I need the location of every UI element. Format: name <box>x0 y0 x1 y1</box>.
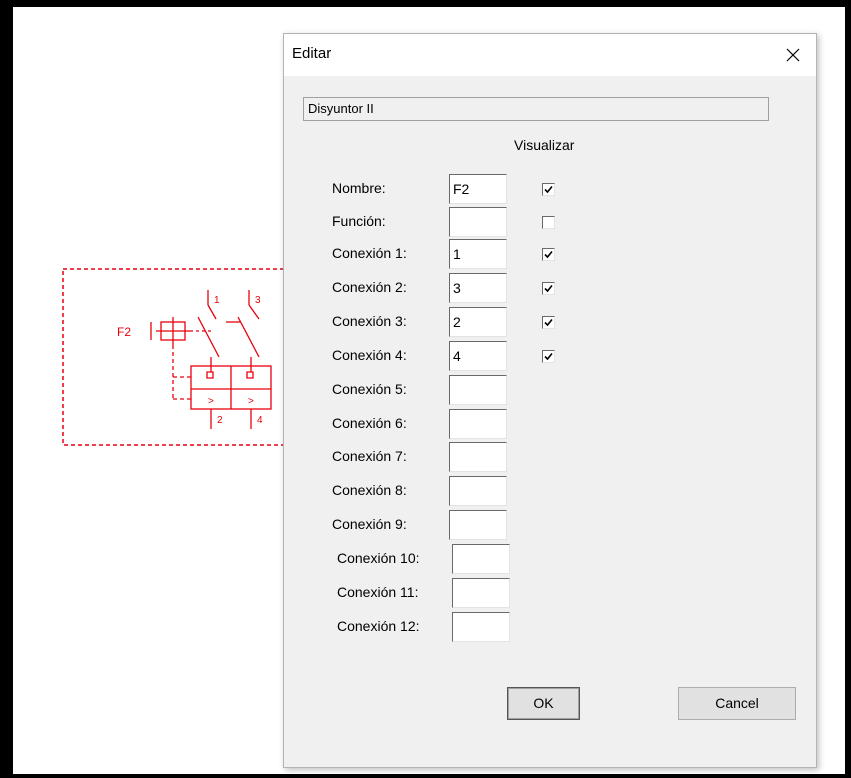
dialog-title: Editar <box>292 45 332 62</box>
dialog-titlebar[interactable]: Editar <box>284 34 816 76</box>
field-label: Conexión 7: <box>332 448 407 464</box>
connection-field[interactable] <box>449 409 507 439</box>
field-label: Nombre: <box>332 180 386 196</box>
visualize-header: Visualizar <box>514 137 575 153</box>
visualize-checkbox[interactable] <box>542 316 555 329</box>
connection-field[interactable] <box>449 273 507 303</box>
connection-field[interactable] <box>449 239 507 269</box>
connection-field[interactable] <box>449 375 507 405</box>
terminal-label: 4 <box>257 415 263 426</box>
connection-field[interactable] <box>449 442 507 472</box>
field-label: Conexión 3: <box>332 313 407 329</box>
component-name-field: Disyuntor II <box>303 97 769 121</box>
field-label: Conexión 2: <box>332 279 407 295</box>
field-label: Conexión 1: <box>332 245 407 261</box>
connection-field[interactable] <box>449 476 507 506</box>
terminal-label: 1 <box>214 295 220 306</box>
visualize-checkbox[interactable] <box>542 282 555 295</box>
thermal-symbol: > <box>248 396 254 407</box>
cancel-button[interactable]: Cancel <box>678 687 796 720</box>
close-button[interactable] <box>770 34 816 76</box>
field-label: Conexión 10: <box>337 550 420 566</box>
field-label: Conexión 4: <box>332 347 407 363</box>
checkmark-icon <box>544 185 553 194</box>
checkmark-icon <box>544 318 553 327</box>
thermal-symbol: > <box>208 396 214 407</box>
circuit-breaker-symbol[interactable]: F2 1 3 2 4 > > <box>61 267 291 457</box>
field-label: Conexión 8: <box>332 482 407 498</box>
visualize-checkbox[interactable] <box>542 216 555 229</box>
field-label: Conexión 12: <box>337 618 420 634</box>
edit-dialog: Editar Disyuntor II Visualizar Nombre: Fu… <box>283 33 817 768</box>
field-label: Conexión 11: <box>337 584 419 600</box>
visualize-checkbox[interactable] <box>542 248 555 261</box>
ok-button[interactable]: OK <box>507 687 580 720</box>
connection-field[interactable] <box>452 612 510 642</box>
function-field[interactable] <box>449 207 507 237</box>
field-label: Función: <box>332 213 386 229</box>
terminal-label: 2 <box>217 415 223 426</box>
visualize-checkbox[interactable] <box>542 183 555 196</box>
connection-field[interactable] <box>449 341 507 371</box>
close-icon <box>786 48 800 62</box>
connection-field[interactable] <box>452 578 510 608</box>
checkmark-icon <box>544 284 553 293</box>
schematic-tag: F2 <box>117 325 131 339</box>
visualize-checkbox[interactable] <box>542 350 555 363</box>
field-label: Conexión 6: <box>332 415 407 431</box>
connection-field[interactable] <box>452 544 510 574</box>
terminal-label: 3 <box>255 295 261 306</box>
checkmark-icon <box>544 352 553 361</box>
field-label: Conexión 5: <box>332 381 407 397</box>
connection-field[interactable] <box>449 307 507 337</box>
connection-field[interactable] <box>449 510 507 540</box>
checkmark-icon <box>544 250 553 259</box>
name-field[interactable] <box>449 174 507 204</box>
field-label: Conexión 9: <box>332 516 407 532</box>
